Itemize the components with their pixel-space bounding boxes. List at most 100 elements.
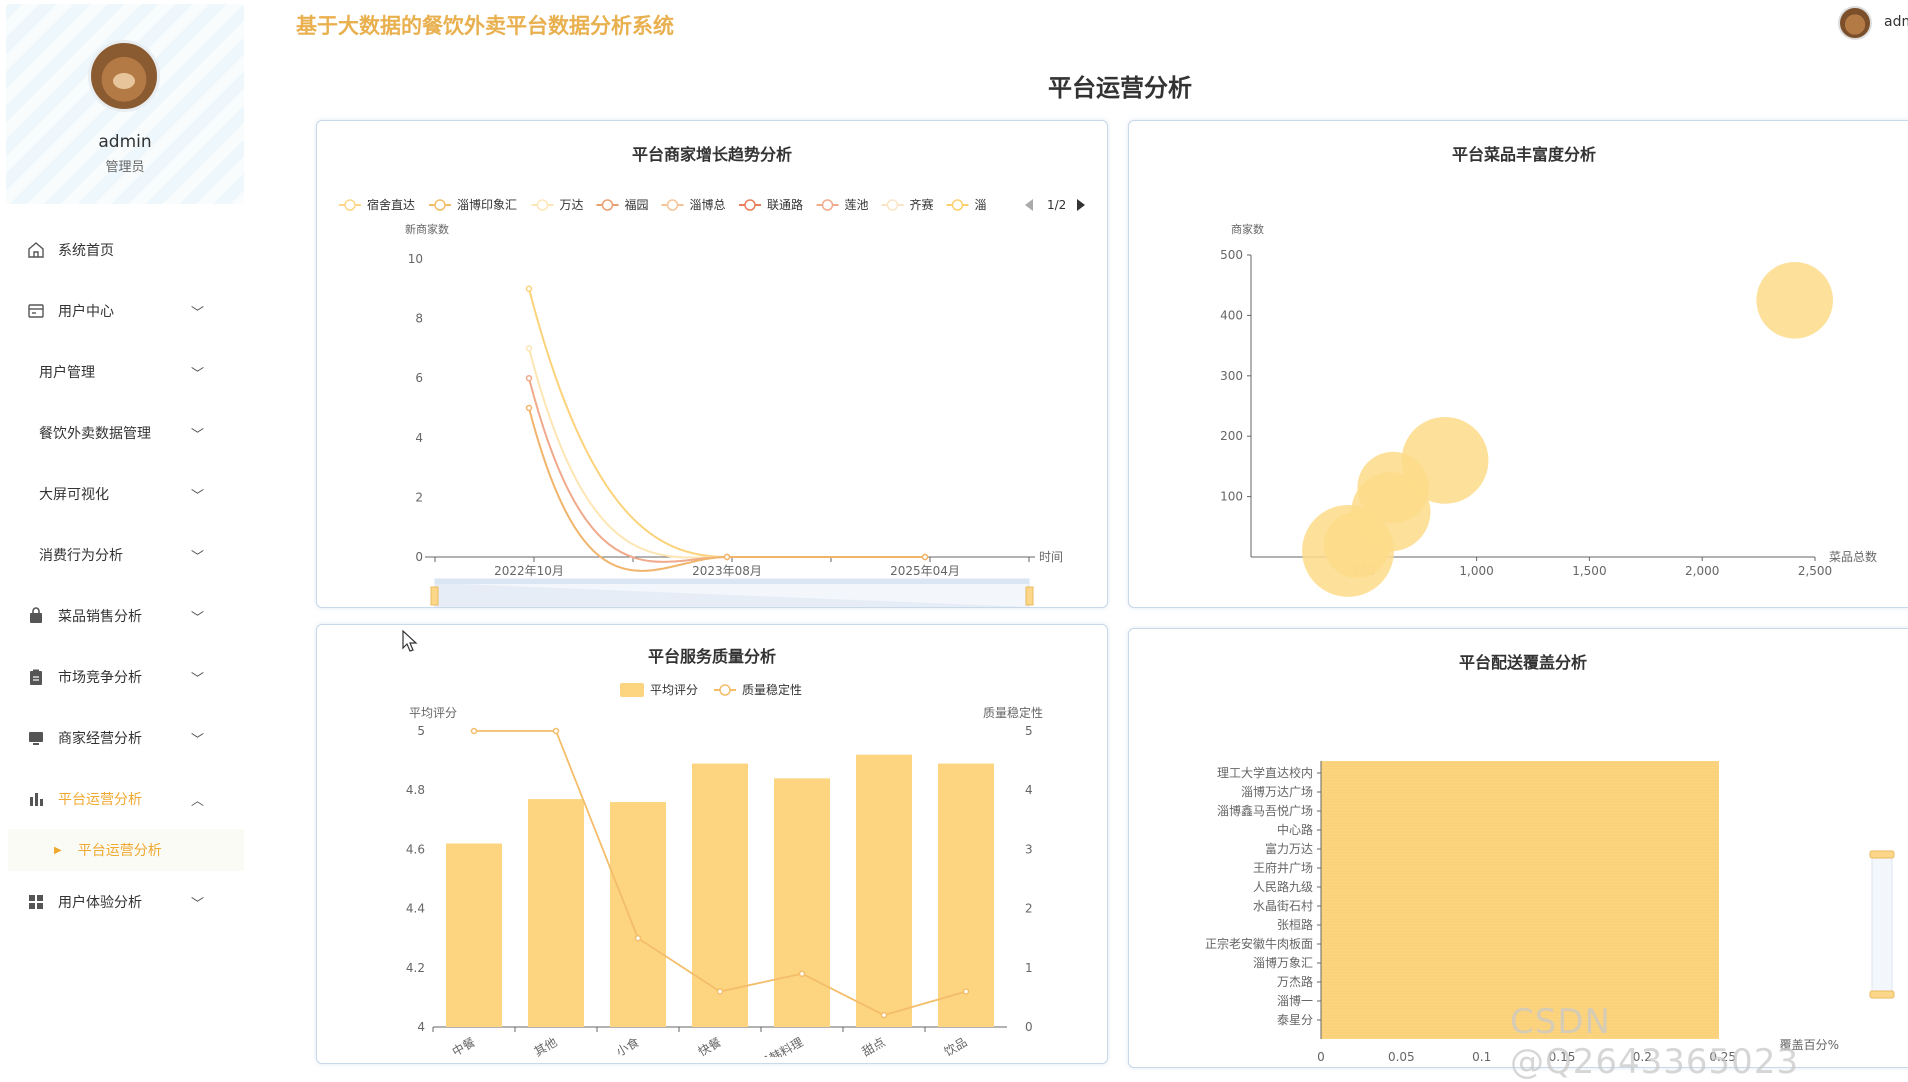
y-right-tick-label: 3 [1025,842,1033,856]
y-tick-label: 富力万达 [1265,841,1313,856]
y-right-tick-label: 5 [1025,724,1033,738]
data-point [723,553,731,561]
x-tick-label: 2,500 [1798,564,1832,578]
sidebar-item-user-center[interactable]: 用户中心 ﹀ [0,280,246,341]
watermark: CSDN @Q2643365023 [1510,1002,1800,1082]
bar [528,799,584,1027]
series-line [528,288,925,558]
sidebar-item-big-screen[interactable]: 大屏可视化 ﹀ [0,463,246,524]
y-tick-label: 6 [415,371,423,385]
y-right-tick-label: 4 [1025,783,1033,797]
sidebar-item-consumer-behavior[interactable]: 消费行为分析 ﹀ [0,524,246,585]
sidebar-menu: 系统首页 用户中心 ﹀ 用户管理 ﹀ 餐饮外卖数据管理 ﹀ 大屏可视化 ﹀ 消费… [0,219,246,932]
zoom-handle-bottom [1869,990,1895,999]
y-tick-label: 淄博一 [1277,993,1313,1008]
sidebar-item-user-experience[interactable]: 用户体验分析 ﹀ [0,871,246,932]
sidebar-item-user-management[interactable]: 用户管理 ﹀ [0,341,246,402]
sidebar-item-label: 用户体验分析 [58,894,142,911]
bubble-point [1323,511,1391,579]
bar [446,843,502,1027]
bar [856,754,912,1027]
mouse-cursor-icon [402,630,418,652]
y-tick-label: 张桓路 [1277,917,1313,932]
profile-name: admin [98,132,152,152]
sidebar-item-data-management[interactable]: 餐饮外卖数据管理 ﹀ [0,402,246,463]
clipboard-icon [26,667,46,687]
y-tick-label: 中心路 [1277,822,1313,837]
x-axis-name: 时间 [1039,550,1063,564]
y-tick-label: 万杰路 [1277,974,1313,989]
legend-marker [666,199,679,211]
dish-richness-chart: 商家数1002003004005005001,0001,5002,0002,50… [1220,222,1877,597]
chevron-down-icon: ﹀ [190,489,204,504]
submenu-item-label: 平台运营分析 [77,843,162,859]
profile-card: admin 管理员 [6,4,244,204]
legend-marker [536,199,549,211]
sidebar-item-platform-operations[interactable]: 平台运营分析 ︿ [0,768,246,829]
sidebar-item-dish-sales[interactable]: 菜品销售分析 ﹀ [0,585,246,646]
caret-right-icon: ▶ [54,844,62,856]
x-tick-label: 饮品 [942,1035,970,1057]
submenu-item-platform-operations[interactable]: ▶ 平台运营分析 [8,829,244,871]
y-tick-label: 淄博万象汇 [1253,955,1313,970]
legend-marker [434,199,446,211]
sidebar: admin 管理员 系统首页 用户中心 ﹀ 用户管理 ﹀ 餐饮外卖数据管理 ﹀ [0,0,246,1056]
user-avatar[interactable] [1838,6,1872,40]
y-tick-label: 2 [415,490,423,504]
y-tick-label: 淄博鑫马吾悦广场 [1217,803,1313,818]
y-tick-label: 5 [417,724,425,738]
page-title: 平台运营分析 [1048,74,1192,102]
y-tick-label: 正宗老安徽牛肉板面 [1205,936,1313,951]
x-tick-label: 小食 [613,1034,641,1057]
chevron-down-icon: ﹀ [190,367,204,382]
x-tick-label: 中餐 [449,1034,477,1057]
legend-marker [821,199,834,211]
zoom-handle-top [1869,850,1895,859]
chevron-up-icon: ︿ [190,794,204,809]
avatar[interactable] [88,40,160,112]
legend-label: 质量稳定性 [742,682,802,697]
sidebar-item-merchant-operations[interactable]: 商家经营分析 ﹀ [0,707,246,768]
y-tick-label: 4 [417,1020,425,1034]
y-axis-name: 平均评分 [409,706,457,720]
chevron-down-icon: ﹀ [190,897,204,912]
sidebar-item-market-competition[interactable]: 市场竞争分析 ﹀ [0,646,246,707]
y-tick-label: 400 [1220,308,1243,322]
bar [774,778,830,1027]
bag-icon [26,606,46,626]
data-point [525,374,533,382]
legend-label: 联通路 [767,197,803,212]
x-axis-name: 菜品总数 [1829,549,1877,564]
chevron-down-icon: ﹀ [190,306,204,321]
chevron-down-icon: ﹀ [190,550,204,565]
y-tick-label: 理工大学直达校内 [1217,765,1313,780]
y-tick-label: 100 [1220,490,1243,504]
chevron-down-icon: ﹀ [190,611,204,626]
y-right-tick-label: 0 [1025,1020,1033,1034]
username[interactable]: adm [1884,14,1908,30]
monitor-icon [26,728,46,748]
zoom-slider-bar [435,579,1029,584]
sidebar-item-label: 市场竞争分析 [58,669,142,686]
legend-label: 平均评分 [650,683,698,697]
legend-label: 淄博印象汇 [457,197,517,212]
merchant-growth-chart: 宿舍直达 淄博印象汇 万达 福园 淄博总 联通路 莲池 齐赛 淄 1/2 新商家数 0 2 4 6 8 10 20… [339,197,1085,607]
dish-richness-panel: 平台菜品丰富度分析 商家数1002003004005005001,0001,50… [1128,120,1908,608]
x-tick-label: 其他 [532,1035,560,1057]
x-tick-label: 日韩料理 [756,1034,805,1057]
sidebar-item-home[interactable]: 系统首页 [0,219,246,280]
y-tick-label: 200 [1220,429,1243,443]
legend-marker [719,684,731,696]
home-icon [26,240,46,260]
legend-label: 齐赛 [910,197,934,212]
data-point [552,727,560,735]
service-quality-panel: 平台服务质量分析 平均评分 质量稳定性 平均评分 质量稳定性 4 4.2 4.4 4.6 4.8… [316,624,1108,1064]
legend-next-icon [1077,199,1085,211]
merchant-growth-panel: 平台商家增长趋势分析 宿舍直达 淄博印象汇 万达 福园 淄博总 联通路 莲池 齐赛淄 1/2 新商… [316,120,1108,608]
data-point [470,727,478,735]
y-axis-name: 新商家数 [405,222,449,236]
zoom-slider-track [1871,854,1893,996]
chevron-down-icon: ﹀ [190,733,204,748]
bar-chart-icon [26,789,46,809]
sidebar-item-label: 大屏可视化 [39,486,109,503]
